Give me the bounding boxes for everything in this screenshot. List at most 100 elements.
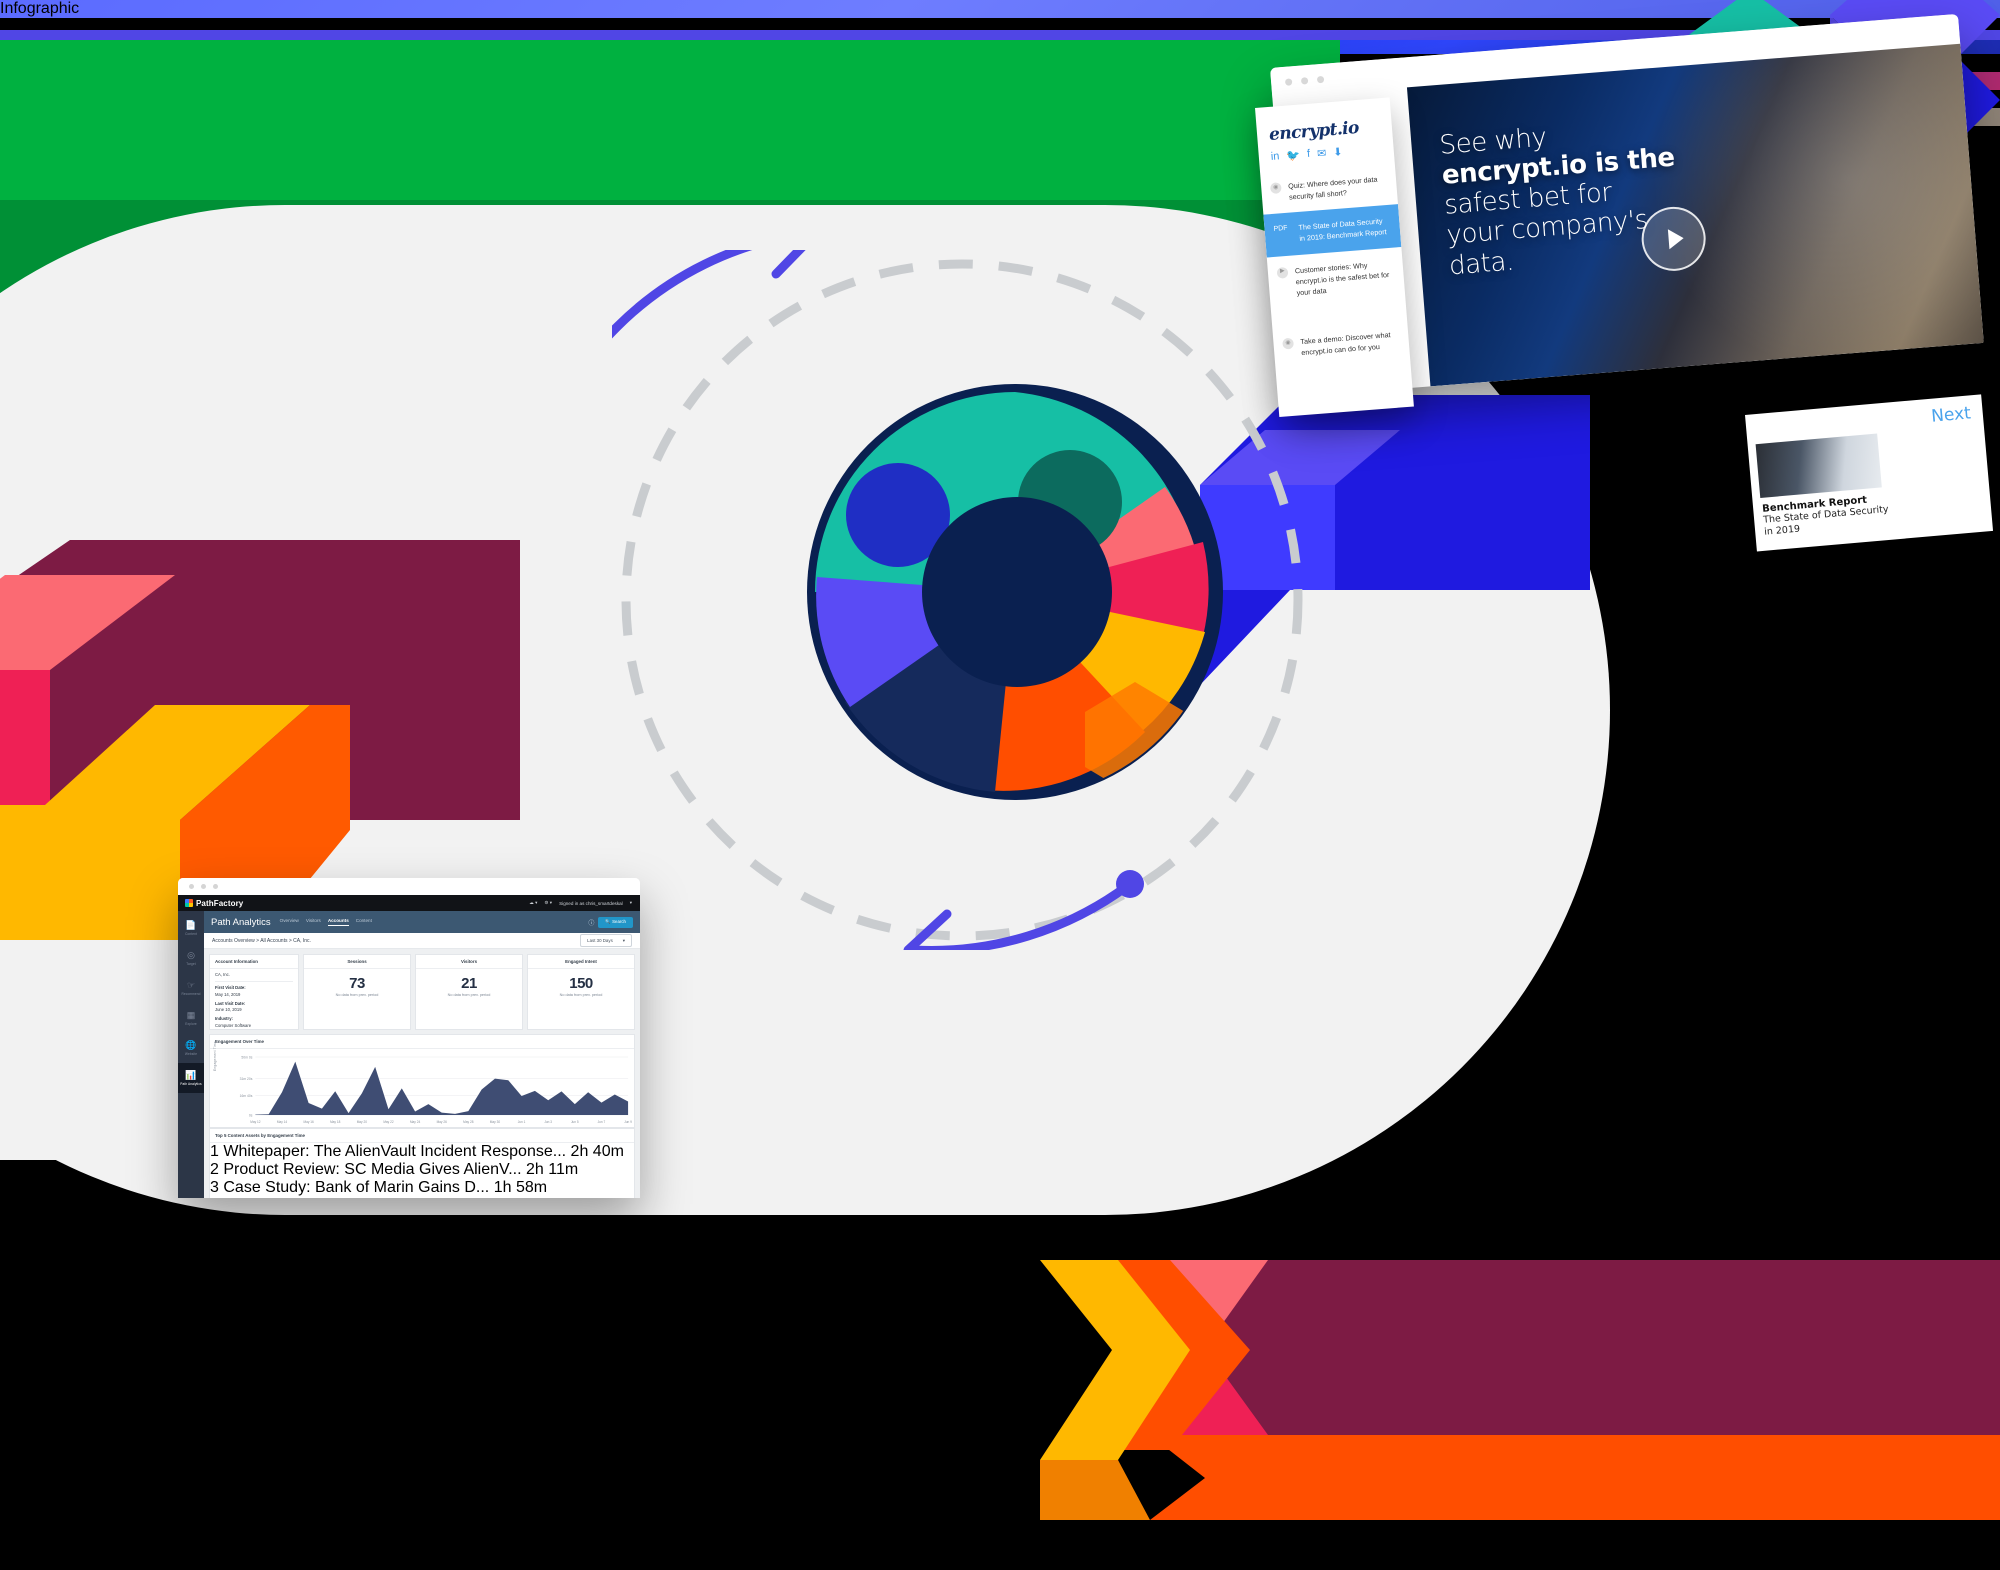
field-value: June 10, 2019: [215, 1007, 242, 1013]
brand-name: PathFactory: [196, 898, 244, 908]
kpi-sublabel: No data from prev. period: [335, 993, 379, 997]
pdf-icon: PDF: [1273, 225, 1288, 234]
kpi-sublabel: No data from prev. period: [559, 993, 603, 997]
table-row[interactable]: 1 Whitepaper: The AlienVault Incident Re…: [210, 1143, 634, 1161]
row-rank: 4: [210, 1197, 219, 1198]
dashboard-main: Path Analytics Overview Visitors Account…: [204, 911, 640, 1198]
sidebar-item-recommend[interactable]: ☞ Recommend: [178, 973, 204, 1003]
breadcrumb-row: Accounts Overview > All Accounts > CA, I…: [204, 933, 640, 949]
globe-icon: ◉: [1282, 337, 1295, 350]
svg-text:50m 0s: 50m 0s: [241, 1055, 252, 1059]
poster-canvas: See why encrypt.io is the safest bet for…: [0, 0, 2000, 1570]
nav-item-customer-stories[interactable]: ▶ Customer stories: Why encrypt.io is th…: [1267, 247, 1406, 311]
search-button[interactable]: 🔍 Search: [598, 916, 633, 928]
sidebar-item-label: Path Analytics: [180, 1081, 202, 1086]
row-time: 2h 11m: [526, 1161, 579, 1179]
app-sidebar[interactable]: 📄 Content ◎ Target ☞ Recommend ▦ Explore…: [178, 911, 204, 1198]
engagement-area-chart: 0s 16m 40s 31m 20s 50m 0s May 12 May 14 May 16…: [240, 1055, 633, 1124]
date-range-value: Last 30 Days: [587, 937, 613, 943]
svg-text:May 18: May 18: [330, 1120, 341, 1124]
sidebar-item-label: Target: [186, 961, 196, 966]
window-minimize-dot[interactable]: [1300, 76, 1309, 85]
sidebar-item-label: Website: [184, 1051, 198, 1056]
tab-overview[interactable]: Overview: [280, 918, 299, 926]
account-name: CA, Inc.: [215, 972, 230, 977]
window-close-dot[interactable]: [189, 884, 194, 889]
tab-content[interactable]: Content: [356, 918, 372, 926]
nav-item-label: Take a demo: Discover what encrypt.io ca…: [1300, 330, 1391, 358]
svg-text:May 30: May 30: [490, 1120, 501, 1124]
globe-icon: ◉: [1269, 182, 1282, 195]
table-row[interactable]: 2 Product Review: SC Media Gives AlienV.…: [210, 1161, 634, 1179]
email-icon[interactable]: ✉: [1317, 147, 1327, 161]
svg-text:Jun 3: Jun 3: [544, 1120, 552, 1124]
target-icon: ◎: [187, 949, 195, 960]
gear-icon[interactable]: ⚙ ▾: [544, 900, 552, 906]
header-actions[interactable]: ⓘ 🔍 Search: [588, 916, 633, 928]
pathfactory-logo-orb: [807, 384, 1223, 800]
sidebar-item-content[interactable]: 📄 Content: [178, 913, 204, 943]
sidebar-item-label: Explore: [185, 1021, 197, 1026]
account-field-last-visit: Last Visit Date: June 10, 2019: [210, 998, 298, 1014]
dashboard-tabs[interactable]: Overview Visitors Accounts Content: [280, 918, 372, 926]
card-header: Top 5 Content Assets by Engagement Time: [210, 1129, 634, 1144]
download-icon[interactable]: ⬇: [1333, 145, 1343, 159]
help-icon[interactable]: ⓘ: [588, 918, 594, 927]
nav-item-label: Quiz: Where does your data security fall…: [1287, 174, 1378, 202]
kpi-value: 21: [461, 975, 477, 992]
top-lists-row: Top 5 Content Assets by Engagement Time …: [209, 1128, 635, 1198]
nav-item-label: Customer stories: Why encrypt.io is the …: [1294, 260, 1390, 298]
pathfactory-dashboard-window[interactable]: PathFactory ☁ ▾ ⚙ ▾ Signed in as chris_s…: [178, 878, 640, 1198]
chevron-down-icon[interactable]: ▾: [630, 900, 632, 906]
window-maximize-dot[interactable]: [213, 884, 218, 889]
left-chevron-cluster: [0, 540, 560, 940]
cloud-icon[interactable]: ☁ ▾: [529, 900, 537, 906]
next-asset-card[interactable]: Next Benchmark Report The State of Data …: [1745, 394, 1994, 552]
breadcrumb[interactable]: Accounts Overview > All Accounts > CA, I…: [212, 938, 311, 944]
account-information-card: Account Information CA, Inc. First Visit…: [209, 954, 299, 1031]
sidebar-item-label: Content: [185, 931, 197, 936]
field-value: Computer Software: [215, 1022, 252, 1028]
encrypt-hero-video[interactable]: See why encrypt.io is the safest bet for…: [1406, 43, 1984, 387]
app-top-bar: PathFactory ☁ ▾ ⚙ ▾ Signed in as chris_s…: [178, 895, 640, 911]
twitter-icon[interactable]: 🐦: [1286, 149, 1301, 163]
play-icon: ▶: [1276, 266, 1289, 279]
row-name: Data Sheet: Simplify Reporting wi...: [223, 1197, 475, 1198]
top-bar-right[interactable]: ☁ ▾ ⚙ ▾ Signed in as chris_smartdeskal ▾: [529, 900, 632, 906]
kpi-value: 150: [569, 975, 593, 992]
kpi-card-sessions: Sessions 73 No data from prev. period: [303, 954, 411, 1031]
date-range-select[interactable]: Last 30 Days ▾: [580, 934, 632, 947]
tab-accounts[interactable]: Accounts: [327, 918, 349, 926]
sidebar-item-website[interactable]: 🌐 Website: [178, 1033, 204, 1063]
sidebar-item-explore[interactable]: ▦ Explore: [178, 1003, 204, 1033]
window-minimize-dot[interactable]: [201, 884, 206, 889]
nav-item-take-a-demo[interactable]: ◉ Take a demo: Discover what encrypt.io …: [1272, 318, 1410, 371]
content-icon: 📄: [185, 919, 197, 930]
linkedin-icon[interactable]: in: [1270, 150, 1280, 164]
svg-text:Jun 1: Jun 1: [518, 1120, 526, 1124]
grid-icon: ▦: [186, 1009, 196, 1020]
journey-card-label: Infographic: [0, 0, 80, 17]
chart-title: Engagement Over Time: [210, 1035, 634, 1050]
sidebar-item-target[interactable]: ◎ Target: [178, 943, 204, 973]
table-row[interactable]: 3 Case Study: Bank of Marin Gains D... 1…: [210, 1179, 634, 1197]
table-row[interactable]: 4 Data Sheet: Simplify Reporting wi... 1…: [210, 1197, 634, 1198]
card-header: Visitors: [416, 955, 522, 969]
window-maximize-dot[interactable]: [1316, 75, 1325, 83]
field-value: May 14, 2019: [215, 991, 241, 997]
row-time: 1h 58m: [493, 1179, 548, 1197]
encrypt-io-content-track-nav[interactable]: encrypt.io in 🐦 f ✉ ⬇ ◉ Quiz: Where does…: [1255, 97, 1414, 418]
card-header: Sessions: [304, 955, 410, 969]
nav-item-label: The State of Data Security in 2019: Benc…: [1298, 216, 1387, 244]
hand-icon: ☞: [186, 979, 196, 990]
window-close-dot[interactable]: [1284, 77, 1293, 86]
account-field-industry: Industry: Computer Software: [210, 1013, 298, 1029]
svg-text:May 12: May 12: [250, 1120, 261, 1124]
facebook-icon[interactable]: f: [1307, 148, 1311, 161]
svg-text:May 28: May 28: [463, 1120, 474, 1124]
sidebar-item-path-analytics[interactable]: 📊 Path Analytics: [178, 1063, 204, 1093]
row-name: Product Review: SC Media Gives AlienV...: [223, 1161, 522, 1179]
pathfactory-logo-icon: [185, 899, 193, 907]
signed-in-label[interactable]: Signed in as chris_smartdeskal: [559, 901, 623, 906]
tab-visitors[interactable]: Visitors: [306, 918, 321, 926]
